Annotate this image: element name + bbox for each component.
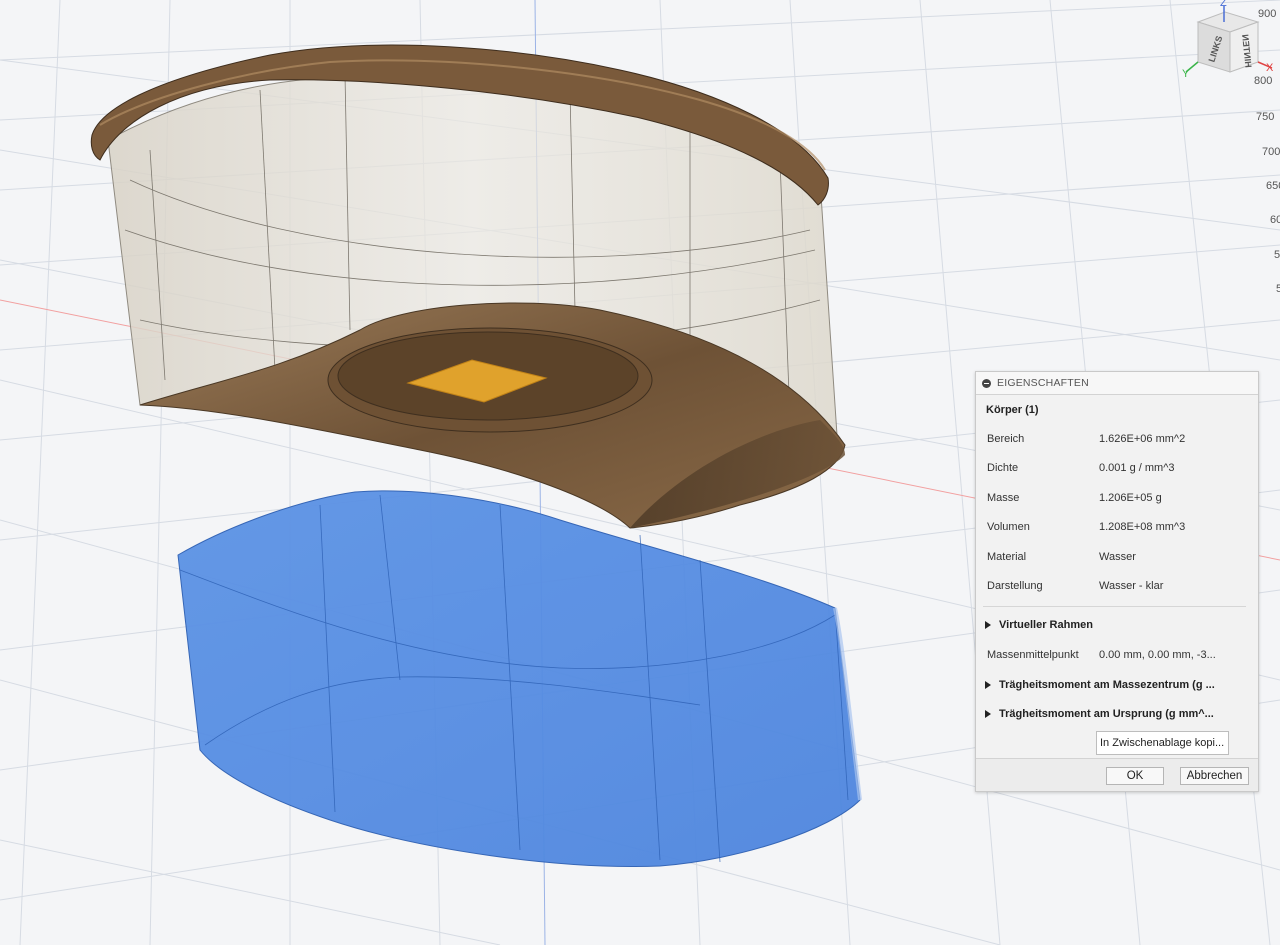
property-value: Wasser - klar [1099, 580, 1164, 592]
ruler-tick: 500 [1276, 283, 1280, 295]
collapse-icon[interactable] [982, 378, 991, 388]
section-virtual-frame[interactable]: Virtueller Rahmen [976, 616, 1258, 634]
property-row: Bereich 1.626E+06 mm^2 [976, 430, 1258, 448]
ruler-tick: 900 [1258, 8, 1277, 20]
ruler-tick: 750 [1256, 111, 1275, 123]
copy-to-clipboard-button[interactable]: In Zwischenablage kopi... [1096, 731, 1229, 755]
ruler-tick: 600 [1270, 214, 1280, 226]
property-label: Material [987, 551, 1027, 563]
property-value: 0.001 g / mm^3 [1099, 462, 1175, 474]
property-label: Darstellung [987, 580, 1043, 592]
property-value: 1.626E+06 mm^2 [1099, 433, 1186, 445]
property-row: Volumen 1.208E+08 mm^3 [976, 518, 1258, 536]
property-label: Massenmittelpunkt [987, 649, 1079, 661]
ruler-tick: 800 [1254, 75, 1273, 87]
ok-button[interactable]: OK [1106, 767, 1164, 785]
center-of-mass-row: Massenmittelpunkt 0.00 mm, 0.00 mm, -3..… [976, 646, 1258, 664]
property-row: Dichte 0.001 g / mm^3 [976, 459, 1258, 477]
section-inertia-center[interactable]: Trägheitsmoment am Massezentrum (g ... [976, 676, 1258, 694]
properties-panel: EIGENSCHAFTEN Körper (1) Bereich 1.626E+… [975, 371, 1259, 792]
axis-y-label: Y [1182, 68, 1190, 80]
properties-panel-title: EIGENSCHAFTEN [997, 377, 1089, 389]
expand-triangle-icon[interactable] [985, 681, 991, 689]
dialog-footer: OK Abbrechen [976, 758, 1258, 791]
water-body-model[interactable] [177, 490, 862, 867]
section-label: Virtueller Rahmen [999, 619, 1093, 631]
section-label: Trägheitsmoment am Ursprung (g mm^... [999, 708, 1214, 720]
properties-panel-header[interactable]: EIGENSCHAFTEN [976, 372, 1258, 395]
property-label: Bereich [987, 433, 1025, 445]
property-label: Volumen [987, 521, 1030, 533]
property-value: 0.00 mm, 0.00 mm, -3... [1099, 649, 1216, 661]
property-row: Masse 1.206E+05 g [976, 489, 1258, 507]
property-label: Masse [987, 492, 1020, 504]
section-inertia-origin[interactable]: Trägheitsmoment am Ursprung (g mm^... [976, 705, 1258, 723]
section-label: Trägheitsmoment am Massezentrum (g ... [999, 679, 1215, 691]
expand-triangle-icon[interactable] [985, 710, 991, 718]
expand-triangle-icon[interactable] [985, 621, 991, 629]
cancel-button[interactable]: Abbrechen [1180, 767, 1249, 785]
ruler-tick: 700 [1262, 146, 1280, 158]
property-value: Wasser [1099, 551, 1136, 563]
ruler-tick: 550 [1274, 249, 1280, 261]
property-value: 1.206E+05 g [1099, 492, 1162, 504]
axis-z-label: Z [1220, 0, 1227, 9]
property-value: 1.208E+08 mm^3 [1099, 521, 1186, 533]
property-row: Material Wasser [976, 548, 1258, 566]
property-label: Dichte [987, 462, 1019, 474]
divider [983, 606, 1246, 607]
dimension-ruler: 900 800 750 700 650 600 550 500 [1254, 0, 1280, 300]
wooden-tub-model[interactable] [90, 44, 846, 529]
ruler-tick: 650 [1266, 180, 1280, 192]
property-row: Darstellung Wasser - klar [976, 577, 1258, 595]
body-name: Körper (1) [986, 404, 1039, 416]
